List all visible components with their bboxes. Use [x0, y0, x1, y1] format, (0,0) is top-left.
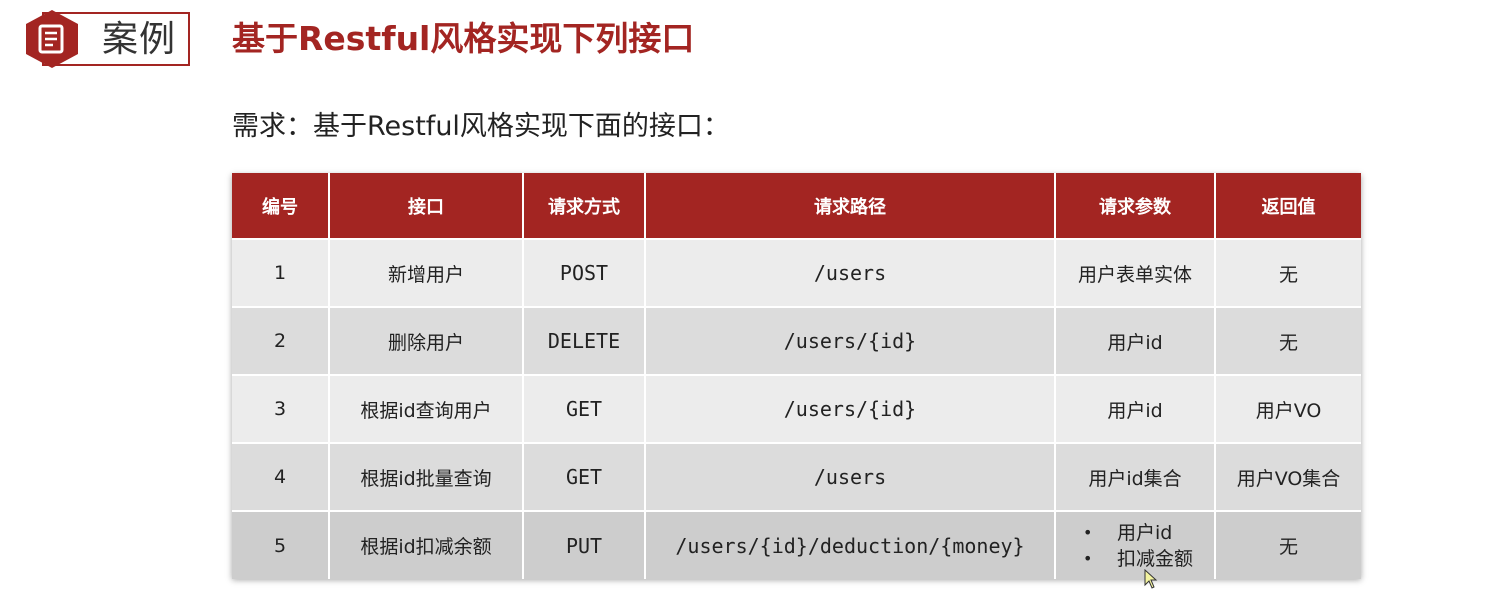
cell-params: 用户id [1055, 306, 1216, 375]
cell-params: 用户id 扣减金额 [1055, 510, 1216, 579]
cell-id: 3 [232, 374, 330, 443]
cell-method: GET [523, 442, 646, 511]
cell-id: 2 [232, 306, 330, 375]
cell-path: /users/{id}/deduction/{money} [645, 510, 1056, 579]
cell-id: 4 [232, 442, 330, 511]
cell-name: 新增用户 [329, 238, 524, 307]
cell-method: GET [523, 374, 646, 443]
cell-method: POST [523, 238, 646, 307]
slide: 案例 基于Restful风格实现下列接口 需求：基于Restful风格实现下面的… [0, 0, 1508, 599]
table-row: 4 根据id批量查询 GET /users 用户id集合 用户VO集合 [232, 442, 1361, 511]
cell-returns: 无 [1215, 510, 1361, 579]
table-row: 5 根据id扣减余额 PUT /users/{id}/deduction/{mo… [232, 510, 1361, 579]
table-row: 3 根据id查询用户 GET /users/{id} 用户id 用户VO [232, 374, 1361, 443]
table-row: 1 新增用户 POST /users 用户表单实体 无 [232, 238, 1361, 307]
cell-path: /users [645, 238, 1056, 307]
cell-method: PUT [523, 510, 646, 579]
cell-name: 删除用户 [329, 306, 524, 375]
column-header-method: 请求方式 [523, 173, 646, 239]
table-header-row: 编号 接口 请求方式 请求路径 请求参数 返回值 [232, 173, 1361, 239]
cell-id: 1 [232, 238, 330, 307]
cell-name: 根据id查询用户 [329, 374, 524, 443]
cell-name: 根据id批量查询 [329, 442, 524, 511]
cell-method: DELETE [523, 306, 646, 375]
cell-returns: 用户VO [1215, 374, 1361, 443]
column-header-name: 接口 [329, 173, 524, 239]
page-title: 基于Restful风格实现下列接口 [232, 19, 695, 58]
cell-returns: 无 [1215, 306, 1361, 375]
section-badge: 案例 [22, 8, 193, 68]
mouse-pointer-icon [1144, 569, 1158, 589]
cell-id: 5 [232, 510, 330, 579]
api-table: 编号 接口 请求方式 请求路径 请求参数 返回值 1 新增用户 POST /us… [232, 173, 1361, 579]
document-icon [26, 10, 78, 68]
column-header-id: 编号 [232, 173, 330, 239]
requirement-text: 需求：基于Restful风格实现下面的接口： [232, 111, 730, 142]
list-item: 用户id [1077, 520, 1193, 546]
list-item: 扣减金额 [1077, 546, 1193, 572]
api-table-wrapper: 编号 接口 请求方式 请求路径 请求参数 返回值 1 新增用户 POST /us… [232, 173, 1361, 579]
cell-params: 用户id [1055, 374, 1216, 443]
cell-returns: 用户VO集合 [1215, 442, 1361, 511]
param-list: 用户id 扣减金额 [1077, 520, 1193, 572]
column-header-returns: 返回值 [1215, 173, 1361, 239]
column-header-params: 请求参数 [1055, 173, 1216, 239]
column-header-path: 请求路径 [645, 173, 1056, 239]
cell-path: /users [645, 442, 1056, 511]
cell-name: 根据id扣减余额 [329, 510, 524, 579]
cell-returns: 无 [1215, 238, 1361, 307]
cell-params: 用户表单实体 [1055, 238, 1216, 307]
table-row: 2 删除用户 DELETE /users/{id} 用户id 无 [232, 306, 1361, 375]
cell-path: /users/{id} [645, 374, 1056, 443]
badge-label: 案例 [102, 19, 177, 60]
cell-path: /users/{id} [645, 306, 1056, 375]
cell-params: 用户id集合 [1055, 442, 1216, 511]
